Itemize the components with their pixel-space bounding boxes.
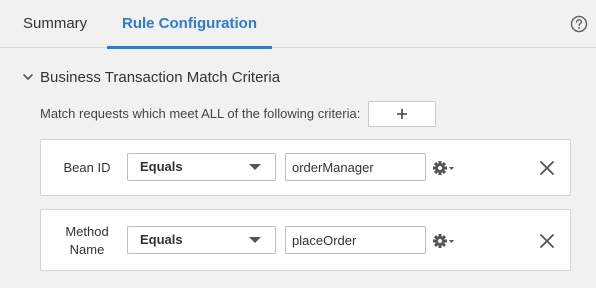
operator-value: Equals (140, 232, 183, 247)
operator-value: Equals (140, 159, 183, 174)
dropdown-arrow-icon (249, 164, 261, 170)
value-input[interactable] (285, 153, 426, 181)
criteria-label-line1: Method (65, 224, 109, 239)
criteria-label: Method Name (49, 223, 125, 259)
tab-rule-configuration[interactable]: Rule Configuration (107, 0, 272, 49)
criteria-card-method-name: Method Name Equals (40, 209, 571, 271)
match-criteria-text: Match requests which meet ALL of the fol… (40, 106, 361, 121)
chevron-down-icon (23, 74, 33, 80)
tab-bar: Summary Rule Configuration (0, 0, 596, 49)
criteria-label: Bean ID (63, 160, 111, 175)
gear-dropdown-icon[interactable] (432, 233, 456, 249)
operator-select[interactable]: Equals (127, 153, 276, 181)
section-title: Business Transaction Match Criteria (40, 68, 281, 86)
dropdown-arrow-icon (249, 237, 261, 243)
tab-summary[interactable]: Summary (23, 0, 87, 48)
criteria-card-bean-id: Bean ID Equals (40, 139, 571, 196)
help-icon[interactable] (570, 15, 588, 33)
value-input[interactable] (285, 226, 426, 254)
add-criteria-button[interactable] (368, 101, 436, 127)
gear-dropdown-icon[interactable] (432, 160, 456, 176)
operator-select[interactable]: Equals (127, 226, 276, 254)
close-icon[interactable] (539, 233, 555, 249)
close-icon[interactable] (539, 160, 555, 176)
section-header-toggle[interactable]: Business Transaction Match Criteria (22, 67, 280, 87)
plus-icon (397, 109, 407, 119)
criteria-label-line2: Name (69, 242, 105, 257)
